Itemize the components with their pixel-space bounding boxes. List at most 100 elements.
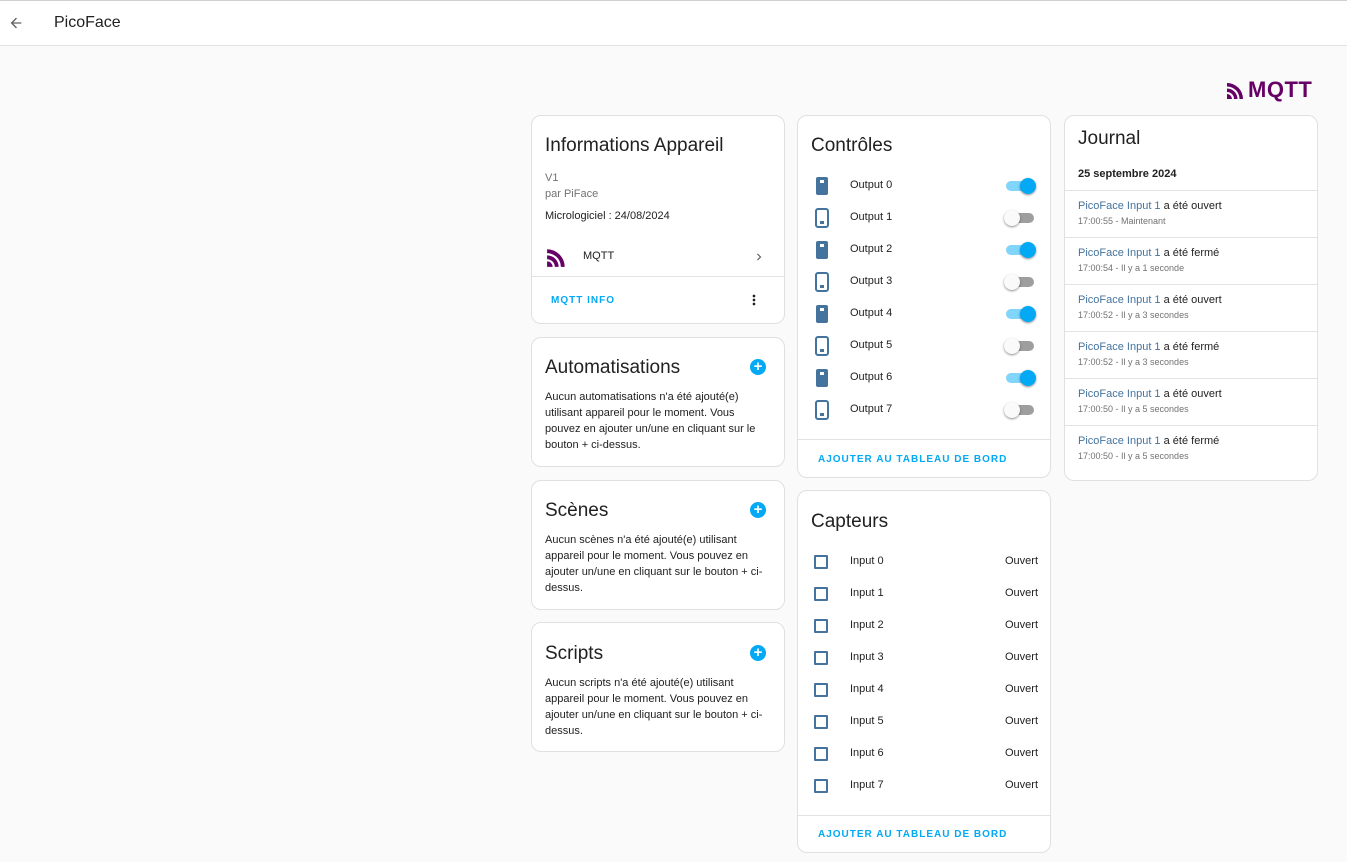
control-toggle[interactable]	[1004, 338, 1034, 354]
add-automation-button[interactable]: +	[750, 359, 766, 375]
logbook-entity-link[interactable]: PicoFace Input 1	[1078, 388, 1161, 400]
logbook-date: 25 septembre 2024	[1078, 168, 1177, 180]
sensor-label: Input 0	[850, 555, 884, 567]
control-toggle[interactable]	[1004, 274, 1034, 290]
logbook-entry: PicoFace Input 1 a été fermé 17:00:50 - I…	[1065, 425, 1317, 472]
switch-on-icon	[816, 305, 828, 323]
toggle-thumb	[1020, 306, 1036, 322]
sensor-state: Ouvert	[1004, 747, 1038, 759]
mqtt-integration-icon	[547, 249, 565, 267]
control-toggle[interactable]	[1006, 370, 1036, 386]
logbook-message: PicoFace Input 1 a été ouvert	[1078, 294, 1222, 306]
logbook-entry: PicoFace Input 1 a été ouvert 17:00:50 - …	[1065, 378, 1317, 425]
control-row[interactable]: Output 1	[798, 202, 1050, 234]
control-row[interactable]: Output 7	[798, 394, 1050, 426]
sensor-state: Ouvert	[1004, 715, 1038, 727]
control-label: Output 2	[850, 243, 893, 255]
logbook-message: PicoFace Input 1 a été fermé	[1078, 247, 1219, 259]
logbook-entity-link[interactable]: PicoFace Input 1	[1078, 341, 1161, 353]
sensor-state: Ouvert	[1004, 555, 1038, 567]
logbook-time: 17:00:52 - Il y a 3 secondes	[1078, 357, 1189, 367]
firmware-version: Micrologiciel : 24/08/2024	[545, 210, 670, 222]
logbook-action: a été fermé	[1163, 247, 1220, 259]
control-toggle[interactable]	[1006, 178, 1036, 194]
control-row[interactable]: Output 4	[798, 298, 1050, 330]
add-script-button[interactable]: +	[750, 645, 766, 661]
sensor-label: Input 6	[850, 747, 884, 759]
control-toggle[interactable]	[1004, 210, 1034, 226]
mqtt-logo-icon	[1227, 83, 1243, 99]
checkbox-outline-icon	[814, 779, 828, 793]
toggle-thumb	[1004, 338, 1020, 354]
sensor-row[interactable]: Input 5 Ouvert	[798, 706, 1050, 738]
logbook-entry: PicoFace Input 1 a été fermé 17:00:52 - I…	[1065, 331, 1317, 378]
checkbox-outline-icon	[814, 747, 828, 761]
mqtt-info-button[interactable]: MQTT INFO	[551, 295, 615, 306]
card-divider	[798, 815, 1050, 816]
toggle-thumb	[1020, 370, 1036, 386]
control-toggle[interactable]	[1006, 306, 1036, 322]
control-label: Output 0	[850, 179, 893, 191]
control-toggle[interactable]	[1006, 242, 1036, 258]
control-row[interactable]: Output 0	[798, 170, 1050, 202]
sensor-state: Ouvert	[1004, 587, 1038, 599]
checkbox-outline-icon	[814, 587, 828, 601]
sensor-row[interactable]: Input 7 Ouvert	[798, 770, 1050, 802]
toggle-thumb	[1020, 178, 1036, 194]
logbook-entry: PicoFace Input 1 a été fermé 17:00:54 - I…	[1065, 237, 1317, 284]
checkbox-outline-icon	[814, 683, 828, 697]
logbook-message: PicoFace Input 1 a été fermé	[1078, 435, 1219, 447]
logbook-time: 17:00:50 - Il y a 5 secondes	[1078, 404, 1189, 414]
sensor-state: Ouvert	[1004, 619, 1038, 631]
control-row[interactable]: Output 6	[798, 362, 1050, 394]
sensor-label: Input 7	[850, 779, 884, 791]
toggle-thumb	[1004, 274, 1020, 290]
sensor-row[interactable]: Input 3 Ouvert	[798, 642, 1050, 674]
checkbox-outline-icon	[814, 715, 828, 729]
control-label: Output 7	[850, 403, 893, 415]
sensor-row[interactable]: Input 0 Ouvert	[798, 546, 1050, 578]
scripts-card: Scripts + Aucun scripts n'a été ajouté(e…	[531, 622, 785, 752]
logbook-message: PicoFace Input 1 a été ouvert	[1078, 200, 1222, 212]
logbook-entity-link[interactable]: PicoFace Input 1	[1078, 294, 1161, 306]
checkbox-outline-icon	[814, 555, 828, 569]
automations-card: Automatisations + Aucun automatisations …	[531, 337, 785, 467]
sensor-label: Input 4	[850, 683, 884, 695]
switch-off-icon	[815, 208, 829, 228]
add-scene-button[interactable]: +	[750, 502, 766, 518]
logbook-time: 17:00:52 - Il y a 3 secondes	[1078, 310, 1189, 320]
logbook-action: a été ouvert	[1163, 294, 1222, 306]
control-label: Output 4	[850, 307, 893, 319]
control-row[interactable]: Output 3	[798, 266, 1050, 298]
add-controls-to-dashboard-button[interactable]: AJOUTER AU TABLEAU DE BORD	[818, 454, 1007, 465]
switch-on-icon	[816, 241, 828, 259]
control-row[interactable]: Output 5	[798, 330, 1050, 362]
logbook-card: Journal 25 septembre 2024 PicoFace Input…	[1064, 115, 1318, 481]
sensor-row[interactable]: Input 6 Ouvert	[798, 738, 1050, 770]
back-button[interactable]	[4, 9, 28, 37]
card-divider	[532, 276, 784, 277]
control-row[interactable]: Output 2	[798, 234, 1050, 266]
scenes-empty-text: Aucun scènes n'a été ajouté(e) utilisant…	[545, 534, 763, 594]
add-sensors-to-dashboard-button[interactable]: AJOUTER AU TABLEAU DE BORD	[818, 829, 1007, 840]
logbook-entity-link[interactable]: PicoFace Input 1	[1078, 435, 1161, 447]
more-options-button[interactable]	[746, 291, 762, 309]
logbook-entity-link[interactable]: PicoFace Input 1	[1078, 200, 1161, 212]
checkbox-outline-icon	[814, 619, 828, 633]
control-label: Output 1	[850, 211, 893, 223]
logbook-entity-link[interactable]: PicoFace Input 1	[1078, 247, 1161, 259]
controls-title: Contrôles	[811, 135, 893, 156]
control-toggle[interactable]	[1004, 402, 1034, 418]
scenes-title: Scènes	[545, 500, 609, 521]
sensor-label: Input 3	[850, 651, 884, 663]
automations-title: Automatisations	[545, 357, 681, 378]
logbook-title: Journal	[1078, 128, 1141, 149]
dots-vertical-icon	[752, 294, 756, 306]
integration-row[interactable]: MQTT	[532, 240, 784, 276]
device-info-title: Informations Appareil	[545, 135, 724, 156]
sensor-row[interactable]: Input 4 Ouvert	[798, 674, 1050, 706]
sensor-row[interactable]: Input 1 Ouvert	[798, 578, 1050, 610]
control-label: Output 5	[850, 339, 893, 351]
sensor-row[interactable]: Input 2 Ouvert	[798, 610, 1050, 642]
sensor-label: Input 2	[850, 619, 884, 631]
